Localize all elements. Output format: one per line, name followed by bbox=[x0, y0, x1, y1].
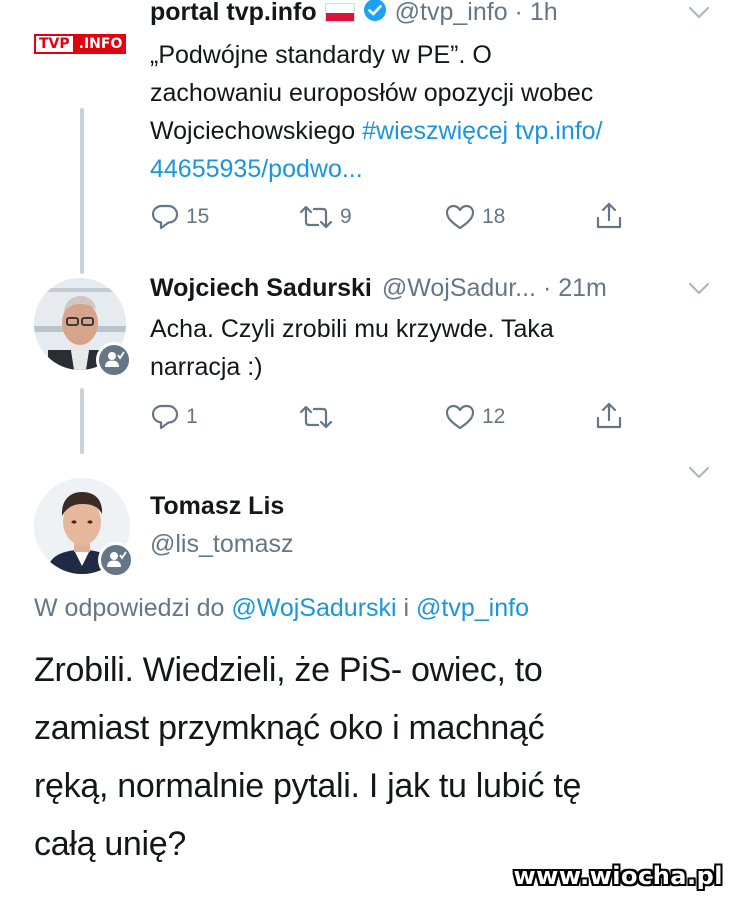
thread-line bbox=[80, 388, 84, 454]
chevron-down-icon[interactable] bbox=[688, 282, 710, 301]
reply-count: 15 bbox=[186, 205, 210, 228]
tweet-text-line: Zrobili. Wiedzieli, że PiS- owiec, to bbox=[34, 651, 543, 689]
share-button[interactable] bbox=[594, 201, 624, 231]
tweet-text-line: „Podwójne standardy w PE”. O bbox=[150, 41, 492, 69]
tweet-text-line: zamiast przymknąć oko i machnąć bbox=[34, 709, 545, 747]
tweet-text-line: narracja :) bbox=[150, 353, 263, 381]
reply-user-link[interactable]: @tvp_info bbox=[416, 594, 529, 622]
tweet-lis[interactable]: Tomasz Lis @lis_tomasz W odpowiedzi do @… bbox=[0, 460, 739, 900]
author-handle-time[interactable]: @WojSadur... · 21m bbox=[382, 274, 607, 303]
hashtag-link[interactable]: #wieszwięcej tvp.info/ bbox=[362, 117, 602, 145]
tweet-text-line: zachowaniu europosłów opozycji wobec bbox=[150, 79, 594, 107]
tweet-text: Zrobili. Wiedzieli, że PiS- owiec, to za… bbox=[34, 644, 734, 870]
reply-context: W odpowiedzi do @WojSadurski i @tvp_info bbox=[34, 594, 529, 623]
like-button[interactable]: 12 bbox=[444, 403, 505, 431]
reply-icon bbox=[150, 203, 180, 231]
share-icon bbox=[594, 401, 624, 431]
reply-prefix: W odpowiedzi do bbox=[34, 594, 232, 622]
like-button[interactable]: 18 bbox=[444, 203, 505, 231]
like-icon bbox=[444, 203, 476, 231]
retweet-button[interactable]: 9 bbox=[298, 203, 352, 231]
watermark: www.wiocha.pl bbox=[513, 862, 723, 890]
thread-line bbox=[80, 108, 84, 274]
reply-and: i bbox=[396, 594, 417, 622]
translate-badge-icon bbox=[96, 342, 132, 378]
tweet-text: „Podwójne standardy w PE”. O zachowaniu … bbox=[150, 36, 730, 188]
reply-button[interactable]: 1 bbox=[150, 403, 198, 431]
verified-icon bbox=[363, 0, 387, 27]
chevron-down-icon[interactable] bbox=[688, 466, 710, 485]
translate-badge-icon bbox=[98, 542, 134, 578]
retweet-count: 9 bbox=[340, 205, 352, 228]
reply-icon bbox=[150, 403, 180, 431]
share-icon bbox=[594, 201, 624, 231]
tweet-text-plain: Wojciechowskiego bbox=[150, 117, 363, 145]
reply-count: 1 bbox=[186, 405, 198, 428]
logo-tvp: TVP bbox=[34, 34, 75, 54]
like-count: 18 bbox=[482, 205, 506, 228]
tweet-text-line: ręką, normalnie pytali. I jak tu lubić t… bbox=[34, 767, 582, 805]
retweet-icon bbox=[298, 203, 334, 231]
author-handle[interactable]: @lis_tomasz bbox=[150, 530, 293, 559]
tweet-text-line: Acha. Czyli zrobili mu krzywde. Taka bbox=[150, 315, 554, 343]
flag-icon bbox=[324, 3, 355, 22]
author-name[interactable]: portal tvp.info bbox=[150, 0, 317, 27]
tvp-info-logo[interactable]: TVP .INFO bbox=[34, 34, 132, 54]
share-button[interactable] bbox=[594, 401, 624, 431]
reply-button[interactable]: 15 bbox=[150, 203, 209, 231]
retweet-button[interactable] bbox=[298, 403, 340, 431]
tweet-tvp[interactable]: TVP .INFO portal tvp.info @tvp_info · 1h… bbox=[0, 0, 739, 274]
tweet-text-line: Wojciechowskiego #wieszwięcej tvp.info/ bbox=[150, 112, 730, 150]
like-count: 12 bbox=[482, 405, 506, 428]
tweet-text: Acha. Czyli zrobili mu krzywde. Taka nar… bbox=[150, 310, 730, 386]
url-link[interactable]: 44655935/podwo... bbox=[150, 150, 730, 188]
reply-user-link[interactable]: @WojSadurski bbox=[231, 594, 396, 622]
retweet-icon bbox=[298, 403, 334, 431]
author-name[interactable]: Tomasz Lis bbox=[150, 492, 284, 521]
tweet-sadurski[interactable]: Wojciech Sadurski @WojSadur... · 21m Ach… bbox=[0, 270, 739, 460]
author-handle-time[interactable]: @tvp_info · 1h bbox=[395, 0, 558, 27]
like-icon bbox=[444, 403, 476, 431]
author-name[interactable]: Wojciech Sadurski bbox=[150, 274, 372, 303]
chevron-down-icon[interactable] bbox=[688, 6, 710, 25]
logo-info: .INFO bbox=[74, 34, 127, 54]
